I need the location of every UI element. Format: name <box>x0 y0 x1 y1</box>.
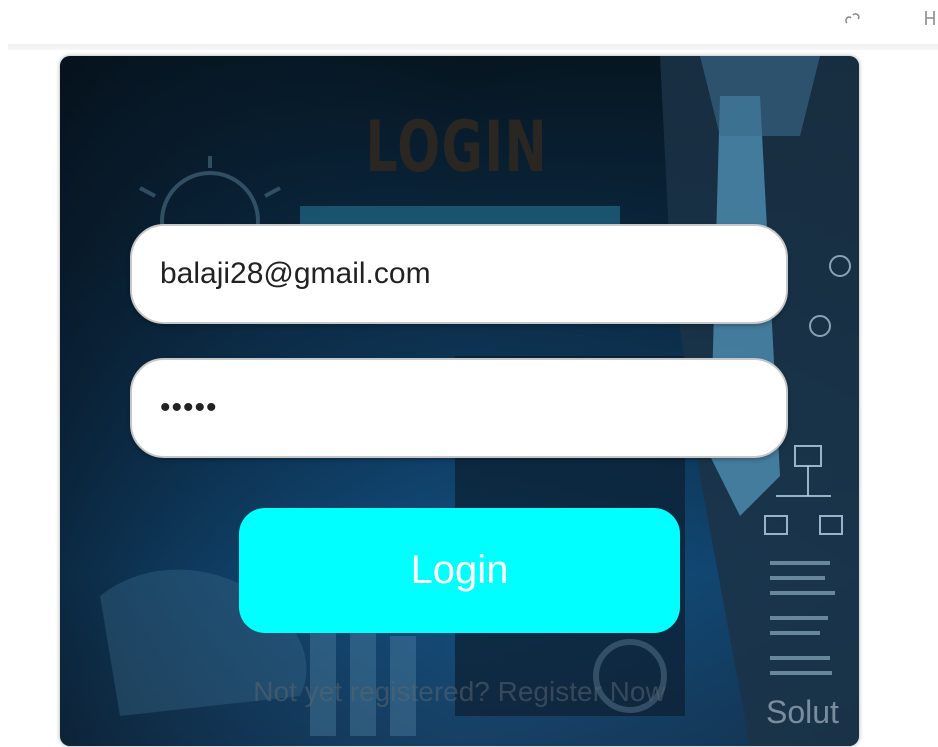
panel-icon[interactable] <box>924 6 938 28</box>
background-image-text: Solut <box>766 694 839 730</box>
email-field[interactable] <box>130 224 788 324</box>
password-field[interactable] <box>130 358 788 458</box>
browser-toolbar <box>0 0 938 46</box>
link-icon[interactable] <box>842 6 864 28</box>
login-button[interactable]: Login <box>239 508 680 633</box>
register-link[interactable]: Not yet registered? Register Now <box>60 676 859 708</box>
page-title: LOGIN <box>365 106 549 188</box>
login-card: LOGIN Login Not yet registered? Register… <box>60 56 859 746</box>
toolbar-divider <box>8 44 938 50</box>
